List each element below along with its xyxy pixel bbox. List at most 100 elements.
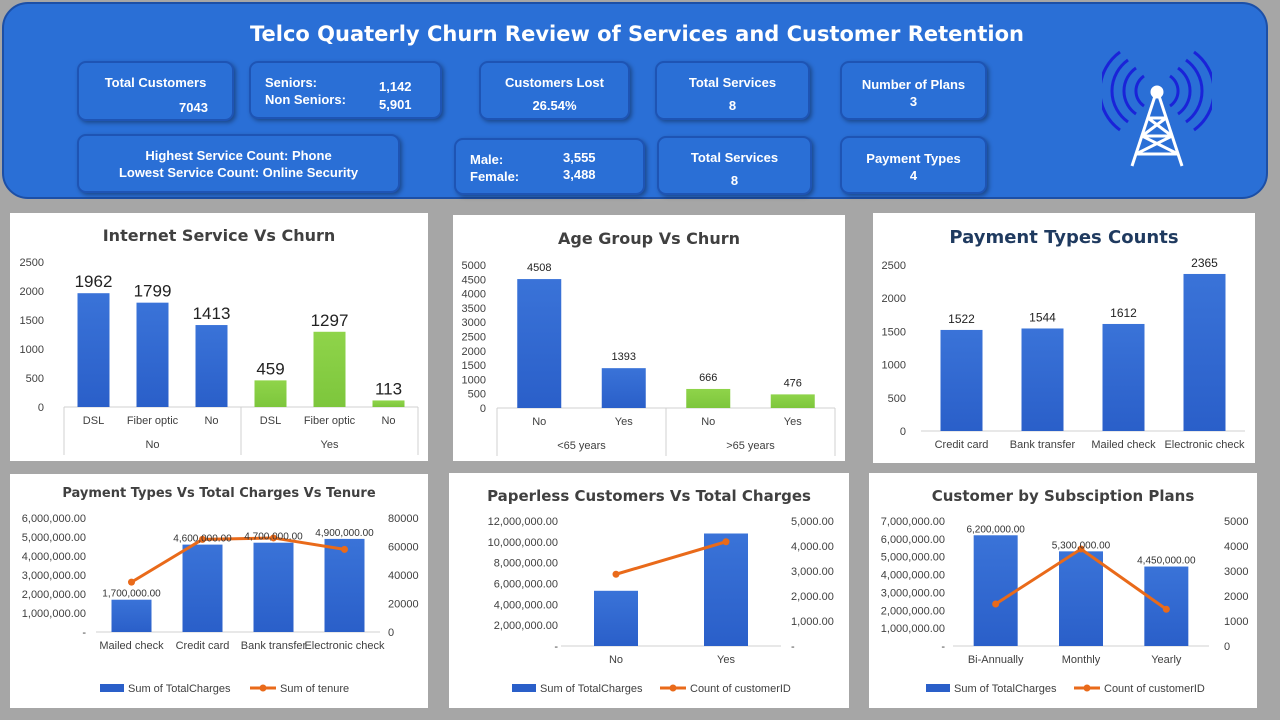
data-label: 459 bbox=[256, 359, 284, 378]
x-tick-label: No bbox=[701, 416, 715, 428]
y-tick-label: 500 bbox=[26, 373, 44, 385]
seniors-label: Seniors: bbox=[265, 75, 318, 90]
kpi-gender[interactable]: Male: 3,555 Female: 3,488 bbox=[454, 138, 645, 195]
y-left-tick-label: 4,000,000.00 bbox=[881, 570, 945, 582]
series-line bbox=[130, 536, 345, 584]
data-label: 4,450,000.00 bbox=[1137, 556, 1196, 567]
legend-label: Sum of TotalCharges bbox=[954, 683, 1057, 695]
payment-charges-tenure-chart: - 1,000,000.00 2,000,000.00 3,000,000.00 4,0… bbox=[22, 513, 419, 695]
payment-types-chart: 0 500 1000 1500 2000 2500 1522 Credit card 1544 B… bbox=[882, 256, 1246, 451]
non-seniors-value: 5,901 bbox=[379, 97, 412, 112]
kpi-total-services[interactable]: Total Services 8 bbox=[655, 61, 810, 120]
kpi-customers-lost[interactable]: Customers Lost 26.54% bbox=[479, 61, 630, 120]
data-label: 666 bbox=[699, 372, 717, 384]
kpi-total-customers[interactable]: Total Customers 7043 bbox=[77, 61, 234, 121]
y-left-tick-label: 6,000,000.00 bbox=[881, 534, 945, 546]
kpi-label: Customers Lost bbox=[505, 75, 604, 90]
kpi-payment-types[interactable]: Payment Types 4 bbox=[840, 136, 987, 194]
chart-title: Payment Types Counts bbox=[949, 227, 1179, 248]
y-tick-label: 4000 bbox=[462, 289, 486, 301]
data-label: 4508 bbox=[527, 262, 551, 274]
data-label: 1,700,000.00 bbox=[102, 589, 161, 600]
subscription-plans-chart: - 1,000,000.00 2,000,000.00 3,000,000.00 4,0… bbox=[881, 516, 1249, 695]
male-value: 3,555 bbox=[563, 150, 596, 165]
y-tick-label: 0 bbox=[480, 403, 486, 415]
y-right-tick-label: 5,000.00 bbox=[791, 516, 834, 528]
bar bbox=[136, 302, 169, 407]
y-right-tick-label: 60000 bbox=[388, 542, 419, 554]
y-right-tick-label: 40000 bbox=[388, 570, 419, 582]
y-tick-label: 2000 bbox=[20, 286, 44, 298]
radio-tower-icon bbox=[1102, 50, 1212, 167]
seniors-value: 1,142 bbox=[379, 79, 412, 94]
y-left-tick-label: 3,000,000.00 bbox=[22, 570, 86, 582]
kpi-value: 8 bbox=[728, 98, 737, 113]
paperless-chart: - 2,000,000.00 4,000,000.00 6,000,000.00 8,0… bbox=[488, 516, 834, 695]
kpi-label: Number of Plans bbox=[861, 77, 966, 92]
y-right-tick-label: 0 bbox=[388, 627, 394, 639]
y-tick-label: 1000 bbox=[882, 360, 906, 372]
y-left-tick-label: 5,000,000.00 bbox=[22, 532, 86, 544]
y-left-tick-label: 2,000,000.00 bbox=[881, 605, 945, 617]
x-tick-label: DSL bbox=[83, 415, 104, 427]
y-right-tick-label: 2000 bbox=[1224, 591, 1248, 603]
dashboard-title: Telco Quaterly Churn Review of Services … bbox=[250, 22, 1024, 46]
x-tick-label: Bi-Annually bbox=[968, 654, 1024, 666]
x-tick-label: Mailed check bbox=[1091, 439, 1156, 451]
y-right-tick-label: 2,000.00 bbox=[791, 591, 834, 603]
bar bbox=[195, 325, 228, 407]
group-label: >65 years bbox=[726, 440, 775, 452]
x-tick-label: No bbox=[204, 415, 218, 427]
data-label: 4,900,000.00 bbox=[315, 528, 374, 539]
y-left-tick-label: 8,000,000.00 bbox=[494, 558, 558, 570]
x-tick-label: Credit card bbox=[176, 640, 230, 652]
female-value: 3,488 bbox=[563, 167, 596, 182]
chart-title: Internet Service Vs Churn bbox=[102, 226, 336, 245]
highest-service-count: Highest Service Count: Phone bbox=[145, 148, 332, 163]
kpi-service-count[interactable]: Highest Service Count: Phone Lowest Serv… bbox=[77, 134, 400, 193]
bar bbox=[182, 544, 223, 632]
kpi-number-of-plans[interactable]: Number of Plans 3 bbox=[840, 61, 987, 120]
kpi-total-services-2[interactable]: Total Services 8 bbox=[657, 136, 812, 195]
y-right-tick-label: 20000 bbox=[388, 599, 419, 611]
kpi-seniors[interactable]: Seniors: 1,142 Non Seniors: 5,901 bbox=[249, 61, 442, 119]
data-label: 6,200,000.00 bbox=[966, 524, 1025, 535]
y-left-tick-label: 4,000,000.00 bbox=[22, 551, 86, 563]
lowest-service-count: Lowest Service Count: Online Security bbox=[118, 165, 359, 180]
y-left-tick-label: 3,000,000.00 bbox=[881, 587, 945, 599]
y-left-tick-label: 1,000,000.00 bbox=[22, 608, 86, 620]
kpi-value: 26.54% bbox=[532, 98, 577, 113]
y-left-tick-label: 10,000,000.00 bbox=[488, 537, 558, 549]
x-tick-label: No bbox=[532, 416, 546, 428]
chart-title: Payment Types Vs Total Charges Vs Tenure bbox=[62, 486, 376, 501]
chart-title: Customer by Subsciption Plans bbox=[931, 487, 1195, 505]
data-label: 5,300,000.00 bbox=[1052, 540, 1111, 551]
x-tick-label: Yes bbox=[615, 416, 633, 428]
y-right-tick-label: 80000 bbox=[388, 513, 419, 525]
group-label: No bbox=[145, 439, 159, 451]
line-point bbox=[1162, 605, 1170, 613]
bar bbox=[254, 380, 287, 407]
bar bbox=[111, 599, 152, 632]
x-tick-label: Electronic check bbox=[1164, 439, 1245, 451]
y-tick-label: 2500 bbox=[462, 332, 486, 344]
y-right-tick-label: 3,000.00 bbox=[791, 566, 834, 578]
legend-label: Sum of TotalCharges bbox=[540, 683, 643, 695]
chart-panel-internet-service: Internet Service Vs Churn 0 500 1000 1500 20… bbox=[10, 213, 428, 461]
y-tick-label: 3000 bbox=[462, 317, 486, 329]
bar bbox=[372, 400, 405, 407]
group-label: <65 years bbox=[557, 440, 606, 452]
x-tick-label: No bbox=[609, 654, 623, 666]
y-right-tick-label: - bbox=[791, 641, 795, 653]
y-left-tick-label: 6,000,000.00 bbox=[494, 579, 558, 591]
kpi-value: 4 bbox=[909, 168, 918, 183]
y-left-tick-label: 1,000,000.00 bbox=[881, 623, 945, 635]
y-left-tick-label: - bbox=[941, 641, 945, 653]
kpi-value: 3 bbox=[909, 94, 918, 109]
kpi-label: Total Customers bbox=[104, 75, 207, 90]
y-right-tick-label: 1000 bbox=[1224, 616, 1248, 628]
legend-marker bbox=[259, 684, 267, 692]
y-left-tick-label: - bbox=[554, 641, 558, 653]
x-tick-label: Bank transfer bbox=[241, 640, 307, 652]
x-tick-label: Monthly bbox=[1062, 654, 1101, 666]
